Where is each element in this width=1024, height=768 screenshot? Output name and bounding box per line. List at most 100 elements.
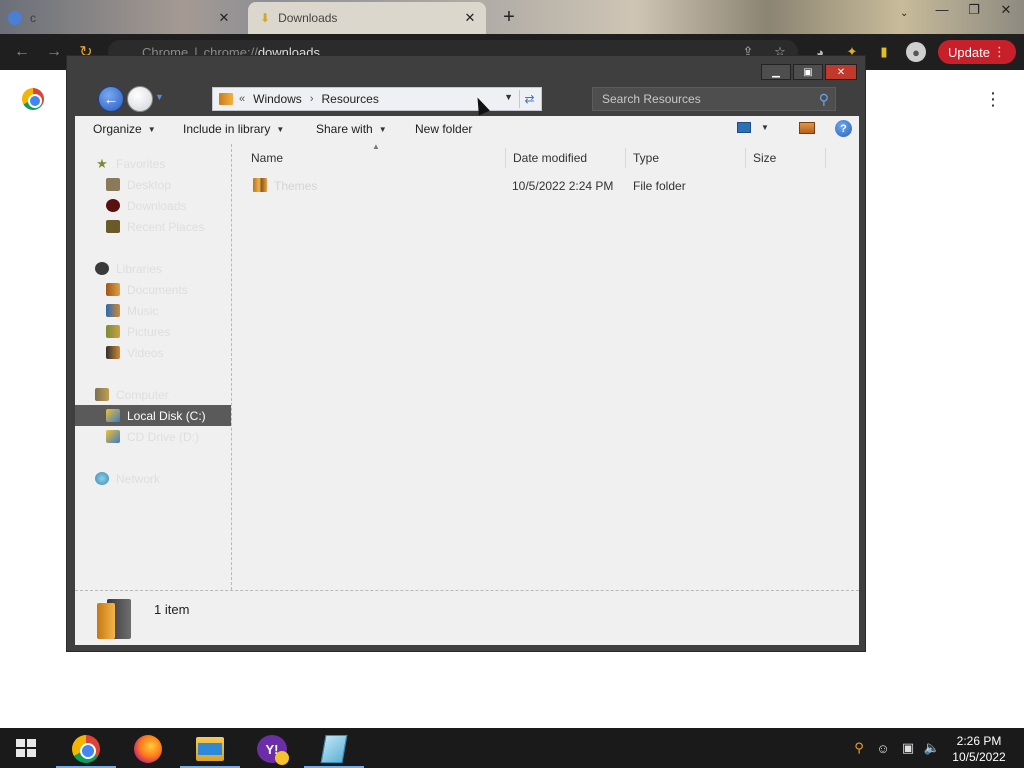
- side-panel-icon[interactable]: ▮: [876, 44, 892, 60]
- star-icon: ★: [96, 155, 108, 171]
- column-divider[interactable]: [745, 148, 746, 168]
- nav-network[interactable]: Network: [75, 468, 231, 489]
- breadcrumb-item-windows[interactable]: Windows: [253, 92, 302, 106]
- nav-videos[interactable]: Videos: [75, 342, 231, 363]
- preview-pane-icon[interactable]: [799, 122, 815, 134]
- address-dropdown-icon[interactable]: ▼: [504, 92, 513, 102]
- taskbar-file-explorer-button[interactable]: [180, 730, 240, 768]
- browser-minimize-button[interactable]: —: [934, 2, 950, 18]
- browser-menu-icon[interactable]: ⋮: [993, 44, 1006, 60]
- taskbar-notepad-button[interactable]: [304, 730, 364, 768]
- notepad-icon: [320, 735, 348, 763]
- nav-libraries[interactable]: Libraries: [75, 258, 231, 279]
- nav-music[interactable]: Music: [75, 300, 231, 321]
- nav-recent-places[interactable]: Recent Places: [75, 216, 231, 237]
- firefox-icon: [134, 735, 162, 763]
- emoji-tray-icon[interactable]: ☺: [875, 740, 891, 756]
- search-tray-icon[interactable]: ⚲: [851, 740, 867, 756]
- column-divider[interactable]: [825, 148, 826, 168]
- explorer-window: ▁ ▣ ✕ ← ▼ « Windows › Resources ▼ ⇄ Sear…: [66, 55, 866, 652]
- nav-documents[interactable]: Documents: [75, 279, 231, 300]
- browser-restore-button[interactable]: ❐: [966, 2, 982, 18]
- help-icon[interactable]: ?: [835, 120, 852, 137]
- music-icon: [106, 304, 120, 317]
- include-in-library-label: Include in library: [183, 122, 271, 136]
- explorer-maximize-button[interactable]: ▣: [793, 64, 823, 80]
- back-button-icon[interactable]: ←: [98, 86, 124, 112]
- column-divider[interactable]: [505, 148, 506, 168]
- recent-pages-dropdown-icon[interactable]: ▼: [155, 92, 167, 104]
- explorer-body: ★ Favorites Desktop Downloads Recent Pla…: [75, 142, 859, 590]
- nav-desktop[interactable]: Desktop: [75, 174, 231, 195]
- volume-icon[interactable]: 🔈: [924, 740, 940, 756]
- organize-button[interactable]: Organize ▼: [93, 122, 156, 136]
- nav-label: Libraries: [116, 261, 163, 276]
- videos-icon: [106, 346, 120, 359]
- nav-label: Local Disk (C:): [127, 408, 206, 423]
- view-options-dropdown-icon[interactable]: ▼: [761, 123, 769, 132]
- nav-computer[interactable]: Computer: [75, 384, 231, 405]
- address-bar[interactable]: « Windows › Resources ▼ ⇄: [212, 87, 542, 111]
- nav-favorites[interactable]: ★ Favorites: [75, 153, 231, 174]
- profile-avatar-icon[interactable]: ●: [906, 42, 926, 62]
- tab-close-icon[interactable]: ✕: [462, 10, 478, 26]
- nav-label: Documents: [127, 282, 188, 297]
- network-tray-icon[interactable]: ▣: [900, 740, 916, 756]
- page-more-icon[interactable]: ⋮: [984, 88, 1002, 110]
- explorer-minimize-button[interactable]: ▁: [761, 64, 791, 80]
- nav-local-disk-c[interactable]: Local Disk (C:): [75, 405, 231, 426]
- browser-tab-downloads[interactable]: ⬇ Downloads ✕: [248, 2, 486, 34]
- nav-label: Downloads: [127, 198, 187, 213]
- nav-label: Computer: [116, 387, 169, 402]
- column-header-type[interactable]: Type: [633, 148, 659, 168]
- tab-close-icon[interactable]: ✕: [216, 10, 232, 26]
- tab-search-icon[interactable]: ⌄: [900, 8, 908, 19]
- download-icon: ⬇: [260, 11, 271, 25]
- browser-tab-1[interactable]: c ✕: [8, 2, 246, 34]
- tab-title: c: [30, 11, 36, 25]
- refresh-icon[interactable]: ⇄: [519, 90, 539, 108]
- breadcrumb-overflow[interactable]: «: [239, 93, 245, 105]
- file-row[interactable]: Themes 10/5/2022 2:24 PM File folder: [233, 176, 853, 198]
- search-icon[interactable]: ⚲: [819, 91, 829, 108]
- new-folder-button[interactable]: New folder: [415, 122, 472, 136]
- change-view-icon[interactable]: [737, 122, 751, 133]
- recent-places-icon: [106, 220, 120, 233]
- include-in-library-button[interactable]: Include in library ▼: [183, 122, 284, 136]
- breadcrumb-chevron-icon[interactable]: ›: [310, 93, 314, 105]
- nav-pictures[interactable]: Pictures: [75, 321, 231, 342]
- browser-tabstrip: c ✕ ⬇ Downloads ✕ + ⌄ — ❐ ✕: [0, 0, 1024, 34]
- file-name[interactable]: Themes: [274, 179, 317, 193]
- nav-label: Desktop: [127, 177, 172, 192]
- column-header-name[interactable]: Name: [251, 148, 283, 168]
- taskbar-chrome-button[interactable]: [56, 730, 116, 768]
- update-button[interactable]: Update ⋮: [938, 40, 1016, 64]
- back-arrow-icon[interactable]: ←: [12, 42, 32, 62]
- share-with-button[interactable]: Share with ▼: [316, 122, 387, 136]
- clock-time: 2:26 PM: [956, 734, 1002, 748]
- explorer-close-button[interactable]: ✕: [825, 64, 857, 80]
- column-header-size[interactable]: Size: [753, 148, 776, 168]
- explorer-titlebar[interactable]: ▁ ▣ ✕: [67, 56, 865, 82]
- start-button-windows-icon[interactable]: [16, 739, 36, 757]
- command-bar: Organize ▼ Include in library ▼ Share wi…: [75, 116, 859, 144]
- breadcrumb-item-resources[interactable]: Resources: [321, 92, 378, 106]
- forward-arrow-icon[interactable]: →: [44, 42, 64, 62]
- taskbar-firefox-button[interactable]: [118, 730, 178, 768]
- column-header-date-modified[interactable]: Date modified: [513, 148, 587, 168]
- new-tab-button[interactable]: +: [498, 6, 520, 28]
- share-with-label: Share with: [316, 122, 373, 136]
- forward-button-icon[interactable]: [127, 86, 153, 112]
- nav-downloads[interactable]: Downloads: [75, 195, 231, 216]
- column-divider[interactable]: [625, 148, 626, 168]
- nav-label: Pictures: [127, 324, 171, 339]
- clock[interactable]: 2:26 PM 10/5/2022: [944, 733, 1014, 765]
- nav-label: Videos: [127, 345, 164, 360]
- taskbar-yahoo-messenger-button[interactable]: Y!: [242, 730, 302, 768]
- browser-close-button[interactable]: ✕: [998, 2, 1014, 18]
- nav-label: Favorites: [116, 156, 166, 171]
- search-input[interactable]: Search Resources ⚲: [592, 87, 836, 111]
- large-folder-icon: [97, 599, 133, 639]
- network-icon: [95, 472, 109, 485]
- nav-cd-drive-d[interactable]: CD Drive (D:): [75, 426, 231, 447]
